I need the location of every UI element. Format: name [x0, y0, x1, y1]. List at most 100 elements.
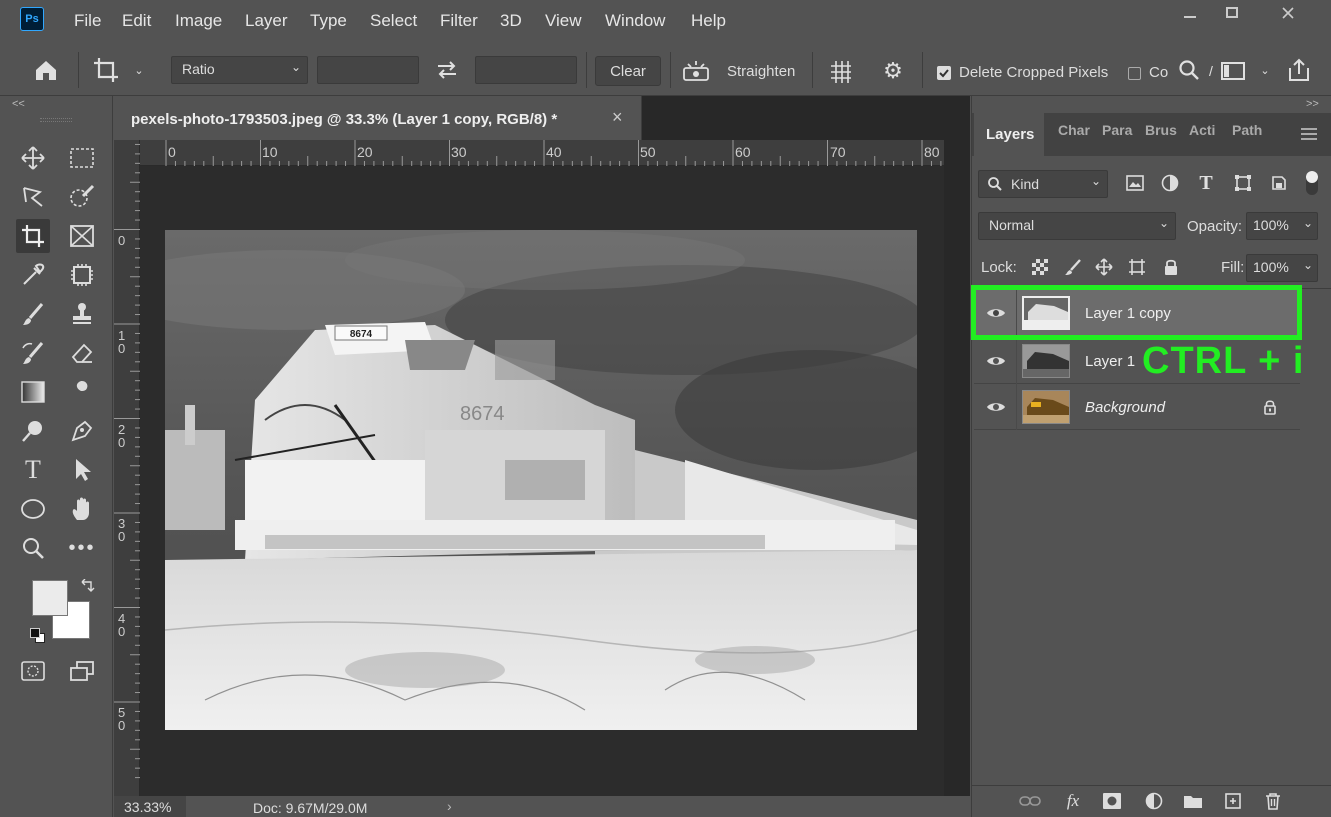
kind-label: Kind: [1011, 176, 1040, 192]
document-tab[interactable]: pexels-photo-1793503.jpeg @ 33.3% (Layer…: [114, 96, 642, 140]
quick-mask-icon[interactable]: [16, 654, 50, 688]
filter-smart-object-icon[interactable]: [1268, 172, 1290, 194]
collapse-toolbox-button[interactable]: <<: [12, 98, 25, 110]
lock-position-icon[interactable]: [1093, 256, 1115, 278]
quick-selection-tool-icon[interactable]: [65, 180, 99, 214]
new-layer-icon[interactable]: [1222, 790, 1244, 812]
smudge-tool-icon[interactable]: [65, 375, 99, 409]
inverted-train-photo[interactable]: 8674 8674: [165, 230, 917, 730]
eyedropper-tool-icon[interactable]: [16, 258, 50, 292]
eraser-tool-icon[interactable]: [65, 336, 99, 370]
workspace-icon[interactable]: [1218, 58, 1248, 84]
lock-paint-icon[interactable]: [1062, 256, 1084, 278]
ratio-height-input[interactable]: [475, 56, 577, 84]
status-menu-chevron-icon[interactable]: ›: [447, 798, 452, 814]
share-icon[interactable]: [1284, 55, 1314, 85]
blend-mode-select[interactable]: Normal ⌄: [978, 212, 1176, 240]
link-layers-icon[interactable]: [1018, 790, 1042, 812]
filter-adjustment-icon[interactable]: [1159, 172, 1181, 194]
menu-help[interactable]: Help: [691, 11, 726, 31]
lock-transparent-icon[interactable]: [1029, 256, 1051, 278]
menu-filter[interactable]: Filter: [440, 11, 478, 31]
maximize-button[interactable]: [1212, 0, 1252, 26]
close-window-button[interactable]: [1268, 0, 1308, 26]
layer-filter-kind-select[interactable]: Kind ⌄: [978, 170, 1108, 198]
menu-window[interactable]: Window: [605, 11, 665, 31]
tab-actions[interactable]: Acti: [1189, 122, 1219, 138]
tab-layers[interactable]: Layers: [974, 113, 1044, 156]
crop-tool-icon[interactable]: [90, 55, 122, 85]
delete-cropped-checkbox[interactable]: [937, 66, 951, 80]
close-document-icon[interactable]: ×: [612, 107, 623, 128]
grid-overlay-icon[interactable]: [826, 57, 856, 85]
frame-tool-icon[interactable]: [65, 219, 99, 253]
ratio-select[interactable]: Ratio ⌄: [171, 56, 308, 84]
filter-type-icon[interactable]: T: [1195, 172, 1217, 194]
more-tools-icon[interactable]: •••: [65, 531, 99, 565]
screen-mode-icon[interactable]: [65, 654, 99, 688]
tab-brushes[interactable]: Brus: [1145, 122, 1177, 138]
opacity-input[interactable]: 100% ⌄: [1246, 212, 1318, 240]
default-colors-icon[interactable]: [30, 628, 46, 644]
straighten-label[interactable]: Straighten: [727, 63, 795, 80]
fx-icon[interactable]: fx: [1060, 789, 1086, 813]
delete-layer-icon[interactable]: [1262, 790, 1284, 812]
tab-paths[interactable]: Path: [1232, 122, 1268, 138]
marquee-tool-icon[interactable]: [65, 141, 99, 175]
menu-file[interactable]: File: [74, 11, 101, 31]
brush-tool-icon[interactable]: [16, 297, 50, 331]
ellipse-tool-icon[interactable]: [16, 492, 50, 526]
expand-panels-button[interactable]: >>: [1306, 98, 1319, 110]
swap-colors-icon[interactable]: [78, 578, 96, 596]
toolbox-grip[interactable]: [40, 118, 72, 122]
dodge-tool-icon[interactable]: [16, 414, 50, 448]
zoom-field[interactable]: 33.33%: [114, 796, 186, 817]
straighten-icon[interactable]: [680, 57, 712, 85]
lock-artboard-icon[interactable]: [1126, 256, 1148, 278]
gear-icon[interactable]: ⚙: [878, 57, 908, 85]
pen-tool-icon[interactable]: [65, 414, 99, 448]
menu-view[interactable]: View: [545, 11, 582, 31]
menu-3d[interactable]: 3D: [500, 11, 522, 31]
clear-button[interactable]: Clear: [595, 56, 661, 86]
zoom-tool-icon[interactable]: [16, 531, 50, 565]
filter-toggle[interactable]: [1306, 171, 1318, 195]
menu-image[interactable]: Image: [175, 11, 222, 31]
gradient-tool-icon[interactable]: [16, 375, 50, 409]
lasso-tool-icon[interactable]: [16, 180, 50, 214]
chevron-down-icon[interactable]: ⌄: [1258, 61, 1272, 79]
move-tool-icon[interactable]: [16, 141, 50, 175]
panel-menu-icon[interactable]: [1298, 124, 1320, 144]
delete-cropped-label: Delete Cropped Pixels: [959, 64, 1109, 81]
stamp-tool-icon[interactable]: [65, 297, 99, 331]
chevron-down-icon[interactable]: ⌄: [132, 61, 146, 79]
content-aware-checkbox[interactable]: [1128, 67, 1141, 80]
menu-layer[interactable]: Layer: [245, 11, 288, 31]
add-mask-icon[interactable]: [1101, 790, 1123, 812]
ratio-width-input[interactable]: [317, 56, 419, 84]
tab-paragraph[interactable]: Para: [1102, 122, 1134, 138]
ruler-label: 4 0: [118, 611, 126, 639]
menu-select[interactable]: Select: [370, 11, 417, 31]
menu-edit[interactable]: Edit: [122, 11, 151, 31]
filter-pixel-icon[interactable]: [1124, 172, 1146, 194]
menu-type[interactable]: Type: [310, 11, 347, 31]
hand-tool-icon[interactable]: [65, 492, 99, 526]
new-group-icon[interactable]: [1181, 790, 1205, 812]
crop-tool-icon[interactable]: [16, 219, 50, 253]
minimize-button[interactable]: [1170, 0, 1210, 26]
search-icon[interactable]: [1176, 57, 1202, 83]
tab-character[interactable]: Char: [1058, 122, 1090, 138]
lock-all-icon[interactable]: [1160, 256, 1182, 278]
path-select-tool-icon[interactable]: [65, 453, 99, 487]
filter-shape-icon[interactable]: [1232, 172, 1254, 194]
object-select-tool-icon[interactable]: [65, 258, 99, 292]
type-tool-icon[interactable]: T: [16, 453, 50, 487]
fill-input[interactable]: 100% ⌄: [1246, 254, 1318, 282]
swap-icon[interactable]: [432, 57, 462, 83]
home-icon[interactable]: [30, 55, 62, 85]
foreground-color-swatch[interactable]: [32, 580, 68, 616]
layer-row-background[interactable]: Background: [974, 384, 1300, 430]
history-brush-tool-icon[interactable]: [16, 336, 50, 370]
new-adjustment-icon[interactable]: [1143, 790, 1165, 812]
